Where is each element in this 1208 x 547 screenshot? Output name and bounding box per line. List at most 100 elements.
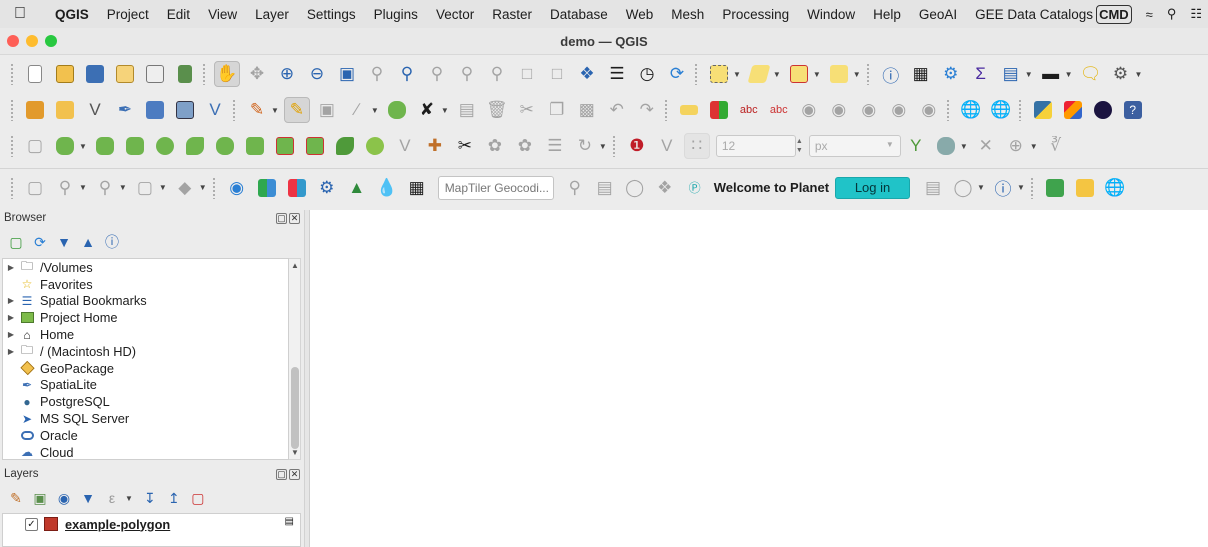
refresh-icon[interactable]: ⟳ (664, 61, 690, 87)
openlayers-eye-icon[interactable]: ◉ (224, 175, 250, 201)
annotation-polygon-icon[interactable]: ▢ (132, 175, 158, 201)
pan-map-icon[interactable]: ✋ (214, 61, 240, 87)
map-tips-icon[interactable]: 🗨 (1078, 61, 1104, 87)
merge-features-icon[interactable]: ✂ (452, 133, 478, 159)
fill-ring-icon[interactable] (122, 133, 148, 159)
tree-item-cloud[interactable]: ☁ Cloud (3, 444, 288, 459)
statistical-summary-icon[interactable]: Σ (968, 61, 994, 87)
tree-item-oracle[interactable]: Oracle (3, 427, 288, 444)
chevron-down-icon[interactable]: ▼ (1135, 70, 1143, 79)
offset-curve-icon[interactable] (182, 133, 208, 159)
redo-icon[interactable]: ↷ (634, 97, 660, 123)
calendar-icon[interactable]: ▦ (404, 175, 430, 201)
tree-item-geopackage[interactable]: GeoPackage (3, 360, 288, 377)
zoom-to-selection-icon[interactable]: ⚲ (364, 61, 390, 87)
new-map-view-icon[interactable]: □ (514, 61, 540, 87)
maptiler-geocoder-input[interactable]: MapTiler Geocodi... (437, 175, 554, 200)
map-book-icon[interactable]: ▤ (592, 175, 618, 201)
filter-legend-icon[interactable]: ▼ (78, 488, 98, 508)
delete-selected-icon[interactable]: 🗑 (484, 97, 510, 123)
menu-settings[interactable]: Settings (298, 7, 365, 22)
annotation-text-icon[interactable]: ◆ (172, 175, 198, 201)
label-toolbar-icon[interactable] (676, 97, 702, 123)
chevron-down-icon[interactable]: ▼ (1025, 70, 1033, 79)
chevron-down-icon[interactable]: ▼ (441, 106, 449, 115)
temporal-controller-icon[interactable]: ◷ (634, 61, 660, 87)
reshape-icon[interactable] (332, 133, 358, 159)
offset-point-symbols-icon[interactable]: ☰ (542, 133, 568, 159)
annotation-line-icon[interactable]: ⚲ (92, 175, 118, 201)
collapse-all-icon[interactable]: ▲ (78, 232, 98, 252)
search-icon[interactable]: ⚲ (562, 175, 588, 201)
add-group-icon[interactable]: ▣ (30, 488, 50, 508)
new-spatialite-layer-icon[interactable]: ✒ (112, 97, 138, 123)
float-panel-icon[interactable]: ▢ (276, 469, 287, 480)
menu-edit[interactable]: Edit (158, 7, 199, 22)
toolbar-grip[interactable] (694, 63, 698, 85)
select-by-value-icon[interactable] (746, 61, 772, 87)
expand-arrow-icon[interactable]: ▶ (3, 347, 19, 356)
diagram-options-icon[interactable] (706, 97, 732, 123)
scrollbar-thumb[interactable] (291, 367, 299, 449)
properties-info-icon[interactable]: ⓘ (102, 232, 122, 252)
self-snapping-icon[interactable]: ✕ (973, 133, 999, 159)
tree-item-macintosh-hd[interactable]: ▶ 🗀 / (Macintosh HD) (3, 343, 288, 360)
tree-item-home[interactable]: ▶ ⌂ Home (3, 326, 288, 343)
chevron-down-icon[interactable]: ▼ (199, 183, 207, 192)
snapping-magnet-icon[interactable]: ❶ (624, 133, 650, 159)
refresh-icon[interactable]: ⟳ (30, 232, 50, 252)
scroll-down-icon[interactable]: ▼ (291, 448, 299, 457)
rotate-label-icon[interactable]: ◉ (856, 97, 882, 123)
wifi-icon[interactable]: ≈ (1146, 7, 1153, 22)
open-attribute-table-icon[interactable]: ▦ (908, 61, 934, 87)
add-delimited-text-layer-icon[interactable]: V (82, 97, 108, 123)
save-layer-edits-icon[interactable]: ▣ (314, 97, 340, 123)
planet-basemap-icon[interactable]: ◯ (950, 175, 976, 201)
snapping-type-icon[interactable]: ∷ (683, 133, 710, 159)
pin-unpin-labels-icon[interactable]: abc (766, 97, 792, 123)
tree-item-spatial-bookmarks[interactable]: ▶ ☰ Spatial Bookmarks (3, 293, 288, 310)
deselect-features-icon[interactable] (786, 61, 812, 87)
menu-layer[interactable]: Layer (246, 7, 298, 22)
rotate-point-symbols-icon[interactable]: ✿ (512, 133, 538, 159)
zoom-to-layer-icon[interactable]: ⚲ (394, 61, 420, 87)
toolbar-grip[interactable] (232, 99, 236, 121)
menu-web[interactable]: Web (617, 7, 663, 22)
chevron-down-icon[interactable]: ▼ (853, 70, 861, 79)
measure-line-icon[interactable]: ▬ (1038, 61, 1064, 87)
tolerance-spinner[interactable]: ▲ ▼ (796, 137, 806, 155)
open-project-icon[interactable] (52, 61, 78, 87)
manage-map-themes-icon[interactable]: ◉ (54, 488, 74, 508)
plugin-colors-icon[interactable] (1060, 97, 1086, 123)
layer-visibility-checkbox[interactable]: ✓ (25, 517, 38, 531)
zoom-in-icon[interactable]: ⊕ (274, 61, 300, 87)
toolbar-grip[interactable] (211, 176, 216, 199)
chevron-down-icon[interactable]: ▼ (79, 142, 87, 151)
python-console-icon[interactable] (1030, 97, 1056, 123)
chevron-down-icon[interactable]: ▼ (1017, 183, 1025, 192)
add-mesh-layer-icon[interactable]: V (202, 97, 228, 123)
menu-vector[interactable]: Vector (427, 7, 483, 22)
map-canvas[interactable] (309, 210, 1208, 547)
menu-plugins[interactable]: Plugins (365, 7, 427, 22)
close-panel-icon[interactable]: ✕ (289, 213, 300, 224)
zoom-full-icon[interactable]: ▣ (334, 61, 360, 87)
chevron-down-icon[interactable]: ▼ (1065, 70, 1073, 79)
close-panel-icon[interactable]: ✕ (289, 469, 300, 480)
add-part-icon[interactable] (92, 133, 118, 159)
label-property-icon[interactable]: ◉ (916, 97, 942, 123)
menu-mesh[interactable]: Mesh (662, 7, 713, 22)
save-as-icon[interactable] (112, 61, 138, 87)
toolbar-grip[interactable] (10, 176, 14, 199)
cut-features-icon[interactable]: ✂ (514, 97, 540, 123)
split-features-icon[interactable]: ✚ (422, 133, 448, 159)
tree-plugin-icon[interactable]: ▲ (344, 175, 370, 201)
identify-features-icon[interactable]: ⓘ (878, 61, 904, 87)
toolbar-grip[interactable] (10, 63, 14, 85)
add-line-feature-icon[interactable]: ∕ (344, 97, 370, 123)
delete-ring-icon[interactable] (272, 133, 298, 159)
annotation-point-icon[interactable]: ⚲ (52, 175, 78, 201)
menu-help[interactable]: Help (864, 7, 910, 22)
open-layer-styling-icon[interactable]: ✎ (6, 488, 26, 508)
undo-icon[interactable]: ↶ (604, 97, 630, 123)
